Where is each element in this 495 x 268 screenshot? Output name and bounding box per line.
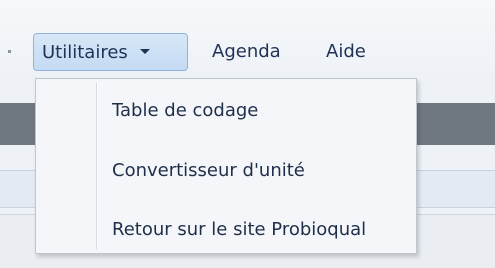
dropdown-item-table-de-codage[interactable]: Table de codage	[112, 93, 258, 129]
utilitaires-dropdown: Table de codage Convertisseur d'unité Re…	[35, 78, 417, 254]
menu-utilitaires-label: Utilitaires	[42, 42, 128, 63]
menu-agenda-label: Agenda	[212, 41, 281, 62]
menu-agenda[interactable]: Agenda	[212, 33, 281, 71]
menu-utilitaires[interactable]: Utilitaires	[33, 33, 188, 71]
app-window: Utilitaires Agenda Aide Table de codage …	[0, 0, 495, 268]
dropdown-item-convertisseur[interactable]: Convertisseur d'unité	[112, 153, 305, 189]
menubar-separator	[8, 50, 11, 53]
dropdown-item-retour-site[interactable]: Retour sur le site Probioqual	[112, 212, 366, 248]
chevron-down-icon	[139, 48, 150, 54]
menu-aide[interactable]: Aide	[326, 33, 366, 71]
menu-aide-label: Aide	[326, 41, 366, 62]
dropdown-icon-gutter	[96, 83, 98, 249]
